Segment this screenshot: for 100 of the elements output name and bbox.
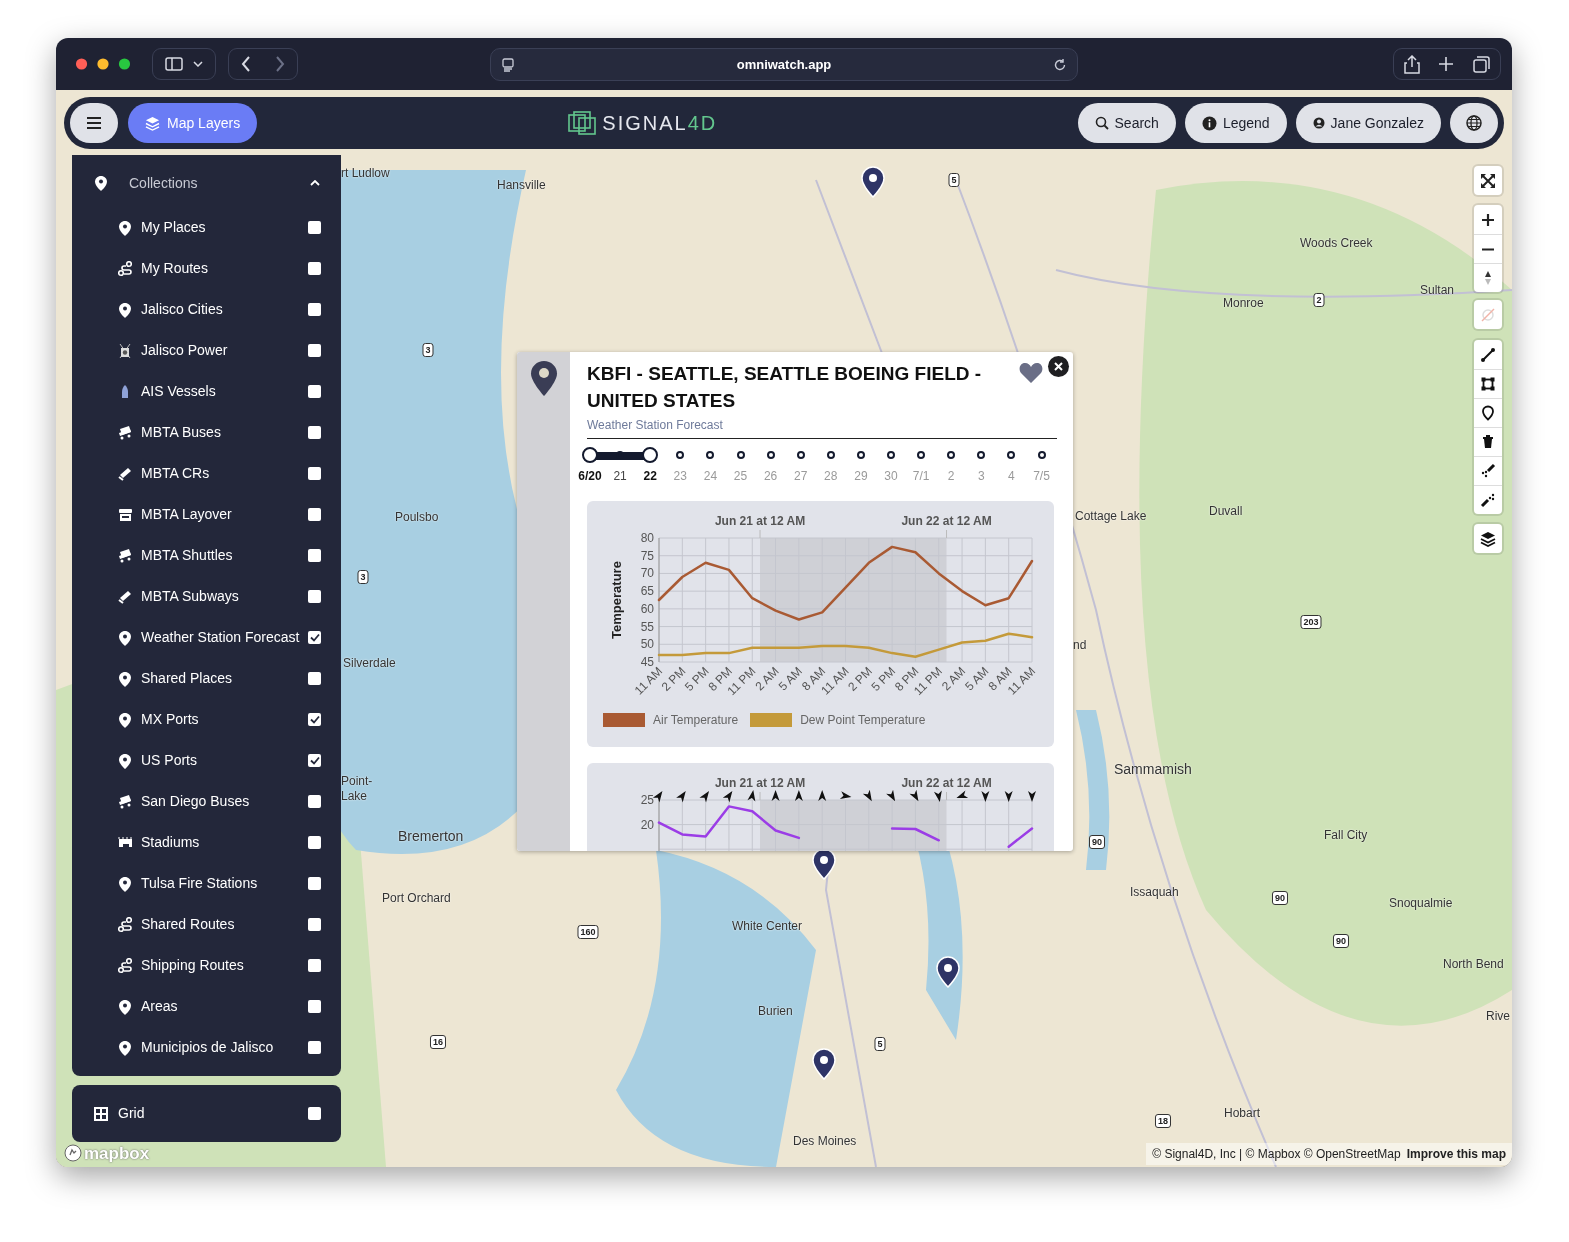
legend-label[interactable]: Dew Point Temperature	[800, 711, 926, 729]
sidebar-toggle-button[interactable]	[152, 48, 216, 80]
layer-label[interactable]: MBTA Shuttles	[141, 545, 308, 566]
legend-button[interactable]: Legend	[1184, 103, 1287, 143]
checkbox[interactable]	[308, 1041, 321, 1054]
place-label: Monroe	[1223, 295, 1264, 312]
layer-label[interactable]: My Places	[141, 217, 308, 238]
chevron-left-icon	[241, 56, 251, 72]
checkbox[interactable]	[308, 631, 321, 644]
day-marker[interactable]	[796, 451, 805, 459]
day-marker[interactable]	[1037, 451, 1046, 459]
day-marker[interactable]	[977, 451, 986, 459]
favorite-button[interactable]	[1019, 362, 1043, 384]
checkbox[interactable]	[308, 795, 321, 808]
layer-label[interactable]: San Diego Buses	[141, 791, 308, 812]
checkbox[interactable]	[308, 590, 321, 603]
day-marker[interactable]	[826, 451, 835, 459]
layer-label[interactable]: MBTA Buses	[141, 422, 308, 443]
sidebar-icon	[165, 57, 183, 71]
globe-button[interactable]	[1450, 103, 1498, 143]
checkbox[interactable]	[308, 1107, 321, 1120]
day-marker[interactable]	[856, 451, 865, 459]
layer-label[interactable]: Shipping Routes	[141, 955, 308, 976]
checkbox[interactable]	[308, 426, 321, 439]
close-button[interactable]	[1048, 356, 1069, 377]
layer-label[interactable]: Shared Routes	[141, 914, 308, 935]
day-label[interactable]: 22	[643, 467, 657, 485]
day-marker[interactable]	[676, 451, 685, 459]
search-icon	[1094, 116, 1109, 130]
checkbox[interactable]	[308, 1000, 321, 1013]
checkbox[interactable]	[308, 713, 321, 726]
layer-label[interactable]: MBTA CRs	[141, 463, 308, 484]
layer-label[interactable]: MBTA Subways	[141, 586, 308, 607]
day-marker[interactable]	[706, 451, 715, 459]
day-marker[interactable]	[947, 451, 956, 459]
crossed-circle-icon	[1480, 306, 1496, 323]
y-tick-label: 20	[640, 817, 654, 832]
day-marker[interactable]	[766, 451, 775, 459]
day-marker[interactable]	[887, 451, 895, 459]
grid-label[interactable]: Grid	[118, 1103, 308, 1124]
checkbox[interactable]	[308, 467, 321, 480]
checkbox[interactable]	[308, 303, 321, 316]
layer-label[interactable]: Shared Places	[141, 668, 308, 689]
share-button[interactable]	[1403, 54, 1420, 74]
layer-label[interactable]: US Ports	[141, 750, 308, 771]
menu-button[interactable]	[70, 103, 118, 143]
layer-label[interactable]: My Routes	[141, 258, 308, 279]
checkbox[interactable]	[308, 836, 321, 849]
new-tab-button[interactable]	[1439, 57, 1454, 71]
layer-label[interactable]: Jalisco Cities	[141, 299, 308, 320]
day-label[interactable]: 21	[613, 467, 627, 485]
checkbox[interactable]	[308, 918, 321, 931]
checkbox[interactable]	[308, 959, 321, 972]
checkbox[interactable]	[308, 549, 321, 562]
checkmark-icon	[309, 715, 320, 724]
day-marker[interactable]	[736, 451, 745, 459]
range-handle[interactable]	[582, 447, 598, 463]
checkbox[interactable]	[308, 385, 321, 398]
map-pin-icon	[118, 219, 132, 236]
close-icon	[1054, 362, 1063, 371]
search-button[interactable]: Search	[1077, 103, 1176, 143]
panel-title: Collections	[129, 173, 199, 193]
layer-label[interactable]: Stadiums	[141, 832, 308, 853]
day-marker[interactable]	[1007, 451, 1016, 459]
place-label: Snoqualmie	[1389, 895, 1453, 912]
tabs-overview-button[interactable]	[1473, 55, 1491, 73]
user-account-button[interactable]: Jane Gonzalez	[1295, 103, 1441, 143]
address-field[interactable]: omniwatch.app	[490, 48, 1078, 81]
window-controls-icon	[75, 57, 131, 71]
layer-label[interactable]: Weather Station Forecast	[141, 627, 308, 648]
layer-label[interactable]: Jalisco Power	[141, 340, 308, 361]
layer-label[interactable]: Municipios de Jalisco	[141, 1037, 308, 1058]
collapse-button[interactable]	[309, 178, 321, 188]
day-marker[interactable]	[917, 451, 926, 459]
map-pin-icon	[118, 1039, 132, 1056]
day-label[interactable]: 6/20	[578, 467, 602, 485]
menu-icon	[86, 116, 102, 130]
layer-label[interactable]: MX Ports	[141, 709, 308, 730]
checkbox[interactable]	[308, 221, 321, 234]
map-layers-button[interactable]: Map Layers	[128, 103, 258, 143]
layer-label[interactable]: AIS Vessels	[141, 381, 308, 402]
layer-label[interactable]: MBTA Layover	[141, 504, 308, 525]
improve-map-link[interactable]: Improve this map	[1406, 1145, 1506, 1163]
checkbox[interactable]	[308, 262, 321, 275]
dotted-line-icon	[1480, 463, 1496, 479]
checkbox[interactable]	[308, 508, 321, 521]
place-label: Fall City	[1324, 827, 1368, 844]
checkbox[interactable]	[308, 877, 321, 890]
place-label: Lake	[341, 788, 368, 805]
layer-label[interactable]: Tulsa Fire Stations	[141, 873, 308, 894]
legend-label[interactable]: Air Temperature	[653, 711, 739, 729]
expand-arrows-icon	[1480, 172, 1496, 189]
layer-label[interactable]: Areas	[141, 996, 308, 1017]
range-handle[interactable]	[642, 447, 659, 463]
shelter-icon	[118, 506, 132, 523]
y-tick-label: 50	[640, 637, 654, 652]
checkbox[interactable]	[308, 754, 321, 767]
checkbox[interactable]	[308, 344, 321, 357]
road-shield: 5	[948, 173, 960, 187]
checkbox[interactable]	[308, 672, 321, 685]
